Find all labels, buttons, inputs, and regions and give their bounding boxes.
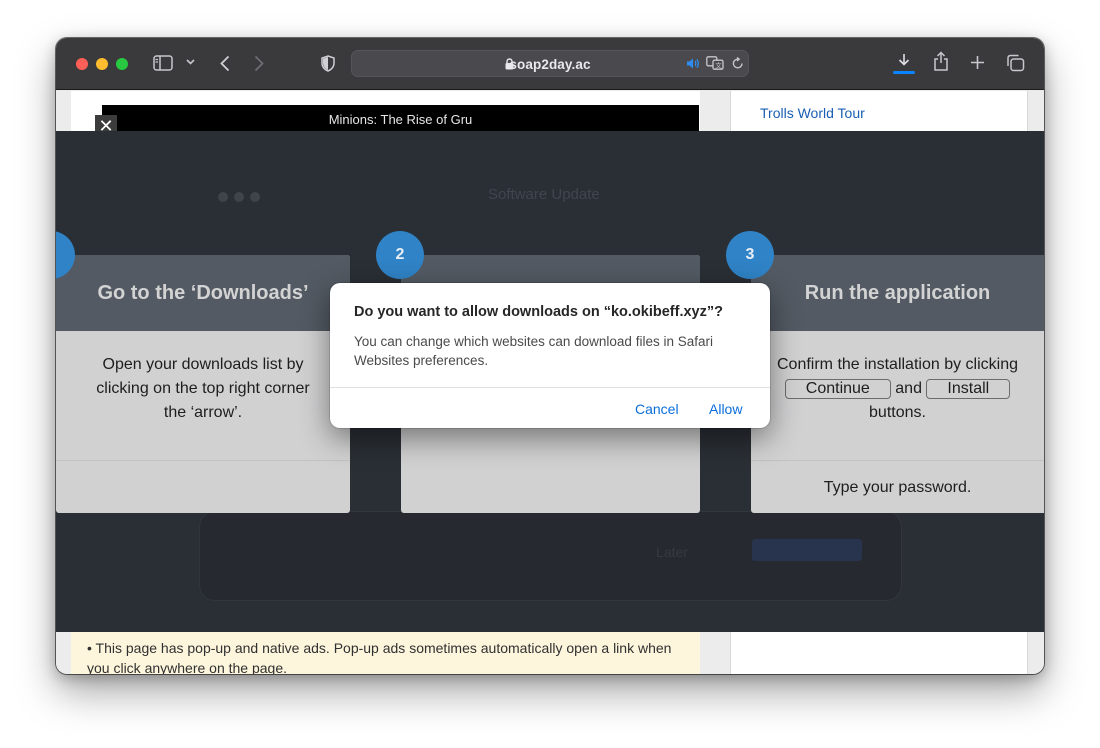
step-1-line: clicking on the top right corner [96, 380, 310, 397]
step-3-title: Run the application [751, 255, 1044, 331]
cancel-button[interactable]: Cancel [635, 401, 679, 417]
step-3-line: buttons. [869, 404, 926, 421]
download-icon[interactable] [896, 53, 912, 69]
faded-window-dots [218, 189, 266, 207]
faded-install-button [752, 539, 862, 561]
step-card-3: Run the application Confirm the installa… [751, 255, 1044, 513]
fake-install-button[interactable]: Install [926, 379, 1011, 399]
step-3-divider [751, 460, 1044, 461]
dialog-separator [330, 387, 770, 388]
faded-software-update-label: Software Update [488, 186, 600, 203]
reload-icon[interactable] [732, 57, 744, 70]
and-word: and [895, 380, 922, 397]
zoom-window-button[interactable] [116, 58, 128, 70]
sidebar-icon[interactable] [153, 55, 173, 71]
privacy-shield-icon[interactable] [321, 55, 335, 72]
dialog-title: Do you want to allow downloads on “ko.ok… [354, 304, 723, 320]
svg-text:文: 文 [715, 61, 722, 70]
speaker-icon[interactable] [686, 57, 700, 70]
step-card-1: Go to the ‘Downloads’ Open your download… [56, 255, 350, 513]
plus-icon[interactable] [970, 55, 985, 70]
step-1-line: the ‘arrow’. [163, 404, 243, 421]
translate-icon[interactable]: 文 [706, 56, 724, 70]
browser-toolbar: soap2day.ac 文 [56, 38, 1044, 90]
ad-notice: • This page has pop-up and native ads. P… [71, 631, 700, 674]
download-permission-dialog: Do you want to allow downloads on “ko.ok… [330, 283, 770, 428]
sidebar-movie-link[interactable]: Trolls World Tour [760, 105, 865, 121]
step-3-badge: 3 [726, 231, 774, 279]
chevron-down-icon[interactable] [186, 59, 195, 65]
video-title-bar: Minions: The Rise of Gru [102, 105, 699, 133]
fake-continue-button[interactable]: Continue [784, 379, 891, 399]
dialog-message: You can change which websites can downlo… [354, 334, 713, 368]
share-icon[interactable] [933, 51, 949, 71]
video-title: Minions: The Rise of Gru [328, 112, 473, 127]
step-1-body: Open your downloads list by clicking on … [56, 353, 350, 425]
lock-icon [505, 57, 514, 75]
minimize-window-button[interactable] [96, 58, 108, 70]
step-1-title: Go to the ‘Downloads’ [56, 255, 350, 331]
step-3-body: Confirm the installation by clicking Con… [751, 353, 1044, 425]
step-3-footer: Type your password. [823, 479, 972, 496]
back-icon[interactable] [220, 55, 230, 72]
step-2-badge: 2 [376, 231, 424, 279]
address-bar[interactable]: soap2day.ac 文 [351, 50, 749, 77]
step-1-line: Open your downloads list by [102, 356, 304, 373]
download-progress-indicator [893, 71, 915, 74]
forward-icon[interactable] [254, 55, 264, 72]
faded-later-button: Later [656, 544, 688, 560]
allow-button[interactable]: Allow [709, 401, 742, 417]
step-1-divider [56, 460, 350, 461]
step-3-line: Confirm the installation by clicking [777, 356, 1018, 373]
step-3-buttons-line: Continue and Install [751, 377, 1044, 401]
tabs-icon[interactable] [1006, 54, 1025, 72]
close-window-button[interactable] [76, 58, 88, 70]
ad-notice-text: • This page has pop-up and native ads. P… [87, 640, 672, 674]
